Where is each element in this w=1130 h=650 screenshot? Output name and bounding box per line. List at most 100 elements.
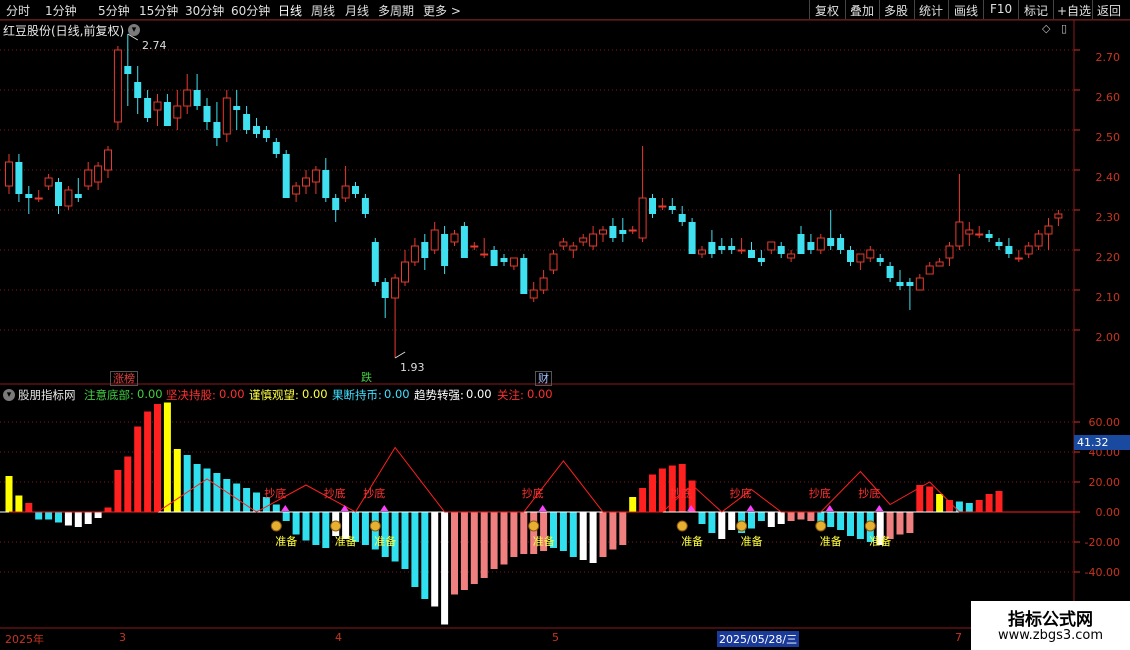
low-pointer: [394, 351, 406, 359]
candle-body: [292, 185, 301, 195]
indicator-bar: [282, 512, 290, 521]
watermark: 指标公式网 www.zbgs3.com: [971, 601, 1130, 650]
indicator-bar: [936, 494, 944, 512]
indicator-field-label: 趋势转强:: [414, 388, 464, 402]
candle-body: [1044, 225, 1053, 235]
indicator-bar: [431, 512, 439, 607]
indicator-bar: [451, 512, 458, 595]
indicator-bar: [104, 507, 112, 512]
candle-body: [104, 149, 112, 171]
candle-body: [876, 258, 884, 262]
indicator-bar: [401, 512, 409, 569]
indicator-bar: [965, 503, 973, 512]
candle-body: [124, 66, 132, 74]
stock-chart[interactable]: 抄底准备 抄底准备 抄底准备 抄底准备 抄底准备 抄底准备 抄底准备 抄底准备: [0, 0, 1130, 650]
indicator-field-label: 注意底部:: [84, 388, 134, 402]
candle-body: [183, 89, 192, 107]
watermark-url: www.zbgs3.com: [997, 628, 1104, 643]
candle-body: [678, 214, 686, 222]
event-down[interactable]: 跌: [359, 371, 374, 384]
money-bag-icon: [815, 520, 827, 532]
indicator-bar: [74, 512, 82, 527]
chevron-down-icon[interactable]: ▾: [3, 389, 15, 401]
indicator-axis-tick: 60.00: [1088, 416, 1121, 429]
signal-top-label: 抄底: [809, 486, 831, 500]
candle-body: [728, 246, 736, 250]
indicator-field-value: 0.00: [219, 387, 245, 401]
candle-body: [113, 49, 122, 123]
indicator-bar: [658, 468, 666, 512]
candle-body: [915, 277, 924, 291]
candle-body: [569, 245, 578, 251]
candle-body: [34, 197, 43, 200]
chevron-down-icon[interactable]: ▾: [128, 24, 140, 36]
indicator-bar: [906, 512, 914, 533]
candle-body: [777, 246, 785, 254]
indicator-bar: [124, 456, 132, 512]
date-month-5: 5: [552, 631, 559, 644]
candle-body: [410, 245, 419, 263]
cursor-date: 2025/05/28/三: [717, 631, 800, 647]
indicator-bar: [777, 512, 785, 524]
money-bag-icon: [676, 520, 688, 532]
indicator-bar: [728, 512, 736, 530]
indicator-field-label: 坚决持股:: [166, 388, 216, 402]
signal-bottom-label: 准备: [681, 534, 703, 548]
indicator-field-label: 果断持币:: [332, 388, 382, 402]
candle-body: [737, 249, 746, 252]
indicator-bar: [441, 512, 449, 625]
candle-body: [243, 114, 251, 130]
indicator-bar: [708, 512, 716, 533]
candle-body: [856, 253, 865, 263]
signal-top-label: 抄底: [522, 486, 544, 500]
signal-arrow: [746, 505, 755, 511]
candle-body: [272, 142, 280, 154]
indicator-bar: [302, 512, 310, 541]
signal-bottom-label: 准备: [533, 534, 555, 548]
candle-body: [5, 161, 13, 187]
indicator-bar: [15, 495, 23, 512]
indicator-axis-tick: 20.00: [1088, 476, 1121, 489]
candle-body: [450, 233, 459, 243]
indicator-bar: [144, 411, 152, 512]
candle-body: [233, 106, 241, 110]
indicator-bar: [639, 488, 647, 512]
candle-body: [638, 197, 647, 239]
candle-body: [500, 258, 508, 262]
candle-body: [203, 106, 211, 122]
watermark-title: 指标公式网: [1008, 610, 1093, 630]
candle-body: [509, 257, 518, 267]
candle-body: [44, 177, 53, 187]
candle-body: [470, 245, 479, 248]
high-price-label: 2.74: [142, 39, 167, 52]
candle-body: [421, 242, 429, 258]
signal-arrow: [538, 505, 547, 511]
indicator-bar: [520, 512, 528, 554]
candle-body: [193, 90, 201, 106]
signal-bottom-label: 准备: [374, 534, 396, 548]
event-finance[interactable]: 财: [535, 371, 552, 386]
indicator-bar: [361, 512, 369, 545]
indicator-bar: [837, 512, 845, 530]
candle-body: [153, 101, 162, 111]
stock-title: 红豆股份(日线,前复权): [3, 24, 125, 38]
signal-bottom-label: 准备: [869, 534, 891, 548]
candle-body: [906, 282, 914, 286]
candle-body: [430, 229, 439, 251]
indicator-bar: [975, 500, 983, 512]
date-month-3: 3: [119, 631, 126, 644]
signal-bottom-label: 准备: [335, 534, 357, 548]
candle-body: [698, 249, 706, 255]
candle-body: [549, 253, 558, 271]
signal-arrow: [380, 505, 389, 511]
event-limit-up[interactable]: 涨榜: [110, 371, 138, 386]
candle-body: [311, 169, 320, 183]
indicator-bar: [649, 474, 656, 512]
candle-body: [15, 162, 23, 194]
window-icon[interactable]: ▯: [1061, 22, 1067, 35]
signal-arrow: [875, 505, 884, 511]
indicator-bar: [460, 512, 468, 590]
indicator-bar: [827, 512, 835, 527]
diamond-icon[interactable]: ◇: [1042, 22, 1050, 35]
indicator-bar: [5, 476, 13, 512]
